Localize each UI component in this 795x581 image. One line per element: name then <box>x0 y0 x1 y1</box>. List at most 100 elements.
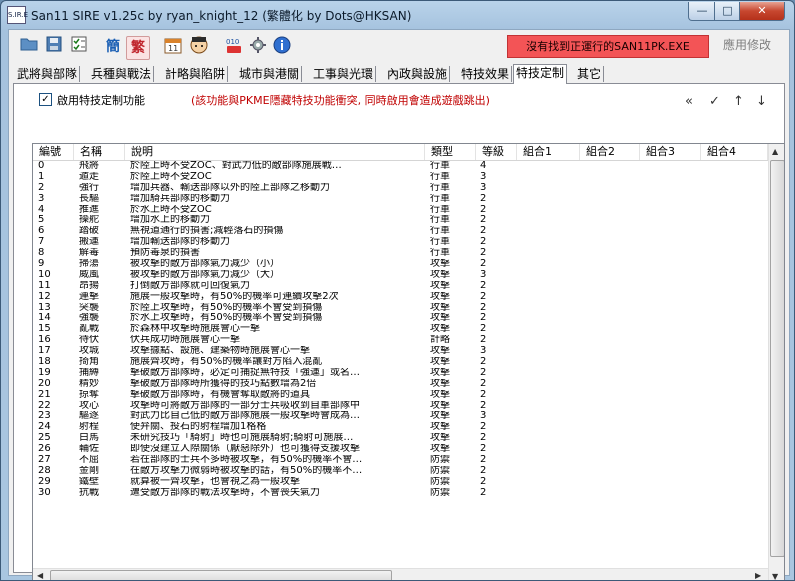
save-icon[interactable] <box>43 36 65 58</box>
double-left-icon[interactable]: « <box>685 94 693 109</box>
cell-level: 4 <box>480 161 487 171</box>
open-folder-icon[interactable] <box>18 36 40 58</box>
close-button[interactable]: ✕ <box>739 2 785 21</box>
scroll-right-icon[interactable]: ▶ <box>755 571 761 580</box>
col-id[interactable]: 編號 <box>33 144 74 160</box>
col-desc[interactable]: 說明 <box>125 144 425 160</box>
table-row[interactable]: 7 搬運 增加輸送部隊的移動力 行軍 2 <box>33 237 768 248</box>
table-row[interactable]: 28 金剛 在敵方攻擊力微弱時被攻擊的話，有50%的機率不… 防禦 2 <box>33 466 768 477</box>
table-row[interactable]: 3 長驅 增加騎兵部隊的移動力 行軍 2 <box>33 194 768 205</box>
tab-domestic-facilities[interactable]: 內政與設施 <box>385 66 451 82</box>
cell-id: 24 <box>38 422 51 433</box>
table-row[interactable]: 23 驅逐 對武力比自己低的敵方部隊施展一般攻擊時會成為… 攻擊 3 <box>33 411 768 422</box>
col-type[interactable]: 類型 <box>425 144 476 160</box>
tab-officers-units[interactable]: 武將與部隊 <box>15 66 81 82</box>
vertical-scrollbar[interactable]: ▲ ▼ <box>768 144 784 580</box>
cell-type: 防禦 <box>430 455 450 466</box>
col-combo1[interactable]: 組合1 <box>517 144 580 160</box>
info-icon[interactable] <box>271 36 293 58</box>
table-row[interactable]: 25 白馬 未研究技巧「騎射」時也可施展騎射;騎射可施展… 攻擊 2 <box>33 433 768 444</box>
vertical-scroll-thumb[interactable] <box>770 160 784 557</box>
tab-cities-ports[interactable]: 城市與港關 <box>237 66 303 82</box>
cell-desc: 使弁關、投石的射程增加1格格 <box>130 422 267 433</box>
scroll-left-icon[interactable]: ◀ <box>37 571 43 580</box>
cell-name: 搬運 <box>79 237 99 248</box>
cell-type: 防禦 <box>430 487 450 498</box>
col-combo3[interactable]: 組合3 <box>640 144 701 160</box>
table-row[interactable]: 16 待伏 伏兵成功時施展會心一擊 計略 2 <box>33 335 768 346</box>
cell-name: 飛將 <box>79 161 99 171</box>
table-row[interactable]: 0 飛將 於陸上時不受ZOC、對武力低的敵部隊施展戰… 行軍 4 <box>33 161 768 172</box>
tab-troops-tactics[interactable]: 兵種與戰法 <box>89 66 155 82</box>
table-row[interactable]: 15 亂戰 於森林中攻擊時施展會心一擊 攻擊 2 <box>33 324 768 335</box>
table-row[interactable]: 11 昂揚 打倒敵方部隊就可回復氣力 攻擊 2 <box>33 281 768 292</box>
horizontal-scrollbar[interactable]: ◀ ▶ <box>33 568 768 580</box>
table-row[interactable]: 21 掠奪 擊破敵方部隊時，有機會奪取敵將的道具 攻擊 2 <box>33 390 768 401</box>
col-combo4[interactable]: 組合4 <box>701 144 768 160</box>
table-row[interactable]: 30 抗戰 遭受敵方部隊的戰法攻擊時，不會喪失氣力 防禦 2 <box>33 488 768 499</box>
table-row[interactable]: 13 突襲 於陸上攻擊時，有50%的機率不會受到損傷 攻擊 2 <box>33 303 768 314</box>
process-status-button[interactable]: 沒有找到正運行的SAN11PK.EXE <box>507 35 709 58</box>
numbers-icon[interactable]: 010 <box>223 36 245 58</box>
traditional-chinese-button[interactable]: 簡 <box>102 36 124 58</box>
table-row[interactable]: 18 掎角 施展齊攻時，有50%的機率讓對方陷入混亂 攻擊 2 <box>33 357 768 368</box>
table-row[interactable]: 10 威風 被攻擊的敵方部隊氣力減少（大） 攻擊 3 <box>33 270 768 281</box>
table-row[interactable]: 20 精妙 擊破敵方部隊時所獲得的技巧點數增為2倍 攻擊 2 <box>33 379 768 390</box>
cell-level: 2 <box>480 237 487 248</box>
apply-changes-button[interactable]: 應用修改 <box>711 35 783 56</box>
table-row[interactable]: 14 強襲 於水上攻擊時，有50%的機率不會受到損傷 攻擊 2 <box>33 313 768 324</box>
table-row[interactable]: 6 踏破 無視道通行的損害;減輕落石的損傷 行軍 2 <box>33 226 768 237</box>
scroll-down-icon[interactable]: ▼ <box>772 572 778 580</box>
title-bar[interactable]: S.IR.E San11 SIRE v1.25c by ryan_knight_… <box>1 1 794 28</box>
arrow-down-icon[interactable]: ↓ <box>756 94 767 109</box>
simplified-chinese-button[interactable]: 繁 <box>126 36 150 60</box>
tab-skill-effects[interactable]: 特技效果 <box>459 66 513 82</box>
calendar-icon[interactable]: 11 <box>162 36 184 58</box>
cell-desc: 無視道通行的損害;減輕落石的損傷 <box>130 226 284 237</box>
checklist-icon[interactable] <box>68 36 90 58</box>
cell-type: 攻擊 <box>430 367 450 378</box>
table-row[interactable]: 24 射程 使弁關、投石的射程增加1格格 攻擊 2 <box>33 422 768 433</box>
avatar-icon[interactable] <box>188 36 210 58</box>
table-row[interactable]: 29 鐵壁 就算被一齊攻擊，也會視之為一般攻擊 防禦 2 <box>33 477 768 488</box>
table-row[interactable]: 9 掃蕩 被攻擊的敵方部隊氣力減少（小） 攻擊 2 <box>33 259 768 270</box>
table-row[interactable]: 1 遁走 於陸上時不受ZOC 行軍 3 <box>33 172 768 183</box>
tab-skill-custom[interactable]: 特技定制 <box>513 64 568 84</box>
settings-icon[interactable] <box>247 36 269 58</box>
table-row[interactable]: 26 輔佐 即使沒建立人際關係（厭惡除外）也可獲得支援攻擊 攻擊 2 <box>33 444 768 455</box>
maximize-button[interactable]: □ <box>714 2 741 21</box>
horizontal-scroll-thumb[interactable] <box>50 570 392 580</box>
table-header: 編號 名稱 說明 類型 等級 組合1 組合2 組合3 組合4 <box>33 144 768 161</box>
table-row[interactable]: 22 攻心 攻擊時可將敵方部隊的一部分士兵吸收到自軍部隊中 攻擊 2 <box>33 401 768 412</box>
table-row[interactable]: 5 操舵 增加水上的移動力 行軍 2 <box>33 215 768 226</box>
cell-name: 遁走 <box>79 171 99 182</box>
table-row[interactable]: 17 攻城 攻擊據點、設施、建築物時施展會心一擊 攻擊 3 <box>33 346 768 357</box>
table-row[interactable]: 27 不屈 若在部隊的士兵不多時被攻擊，有50%的機率不會… 防禦 2 <box>33 455 768 466</box>
arrow-up-icon[interactable]: ↑ <box>733 94 744 109</box>
client-area: 簡 繁 11 010 沒有找到正運行的SAN11PK.EXE 應用修改 武將與部… <box>8 29 790 580</box>
table-row[interactable]: 8 解毒 預防毒泉的損害 行軍 2 <box>33 248 768 259</box>
tab-bar: 武將與部隊 兵種與戰法 計略與陷阱 城市與港關 工事與光環 內政與設施 特技效果… <box>13 64 785 84</box>
table-row[interactable]: 12 連擊 施展一般攻擊時，有50%的機率可連續攻擊2次 攻擊 2 <box>33 292 768 303</box>
tab-strategies-traps[interactable]: 計略與陷阱 <box>163 66 229 82</box>
cell-type: 行軍 <box>430 237 450 248</box>
cell-id: 0 <box>38 161 45 171</box>
cell-desc: 對武力比自己低的敵方部隊施展一般攻擊時會成為… <box>130 411 360 422</box>
minimize-button[interactable]: — <box>688 2 716 21</box>
check-mark-icon[interactable]: ✓ <box>709 94 720 109</box>
cell-name: 捕縛 <box>79 367 99 378</box>
tab-other[interactable]: 其它 <box>575 66 605 82</box>
table-row[interactable]: 4 推進 於水上時不受ZOC 行軍 2 <box>33 205 768 216</box>
tab-works-aura[interactable]: 工事與光環 <box>311 66 377 82</box>
col-combo2[interactable]: 組合2 <box>580 144 640 160</box>
skill-table[interactable]: 編號 名稱 說明 類型 等級 組合1 組合2 組合3 組合4 0 飛將 於陸上時不受… <box>32 143 785 580</box>
cell-name: 掃蕩 <box>79 259 99 270</box>
enable-checkbox[interactable]: ✓ <box>39 93 52 106</box>
cell-desc: 擊破敵方部隊時，必定可捕捉無特技「強運」或名… <box>130 367 360 378</box>
col-level[interactable]: 等級 <box>476 144 517 160</box>
table-row[interactable]: 19 捕縛 擊破敵方部隊時，必定可捕捉無特技「強運」或名… 攻擊 2 <box>33 368 768 379</box>
table-row[interactable]: 2 強行 增加兵器、輸送部隊以外的陸上部隊之移動力 行軍 3 <box>33 183 768 194</box>
scroll-up-icon[interactable]: ▲ <box>772 147 778 156</box>
col-name[interactable]: 名稱 <box>74 144 125 160</box>
cell-type: 行軍 <box>430 226 450 237</box>
